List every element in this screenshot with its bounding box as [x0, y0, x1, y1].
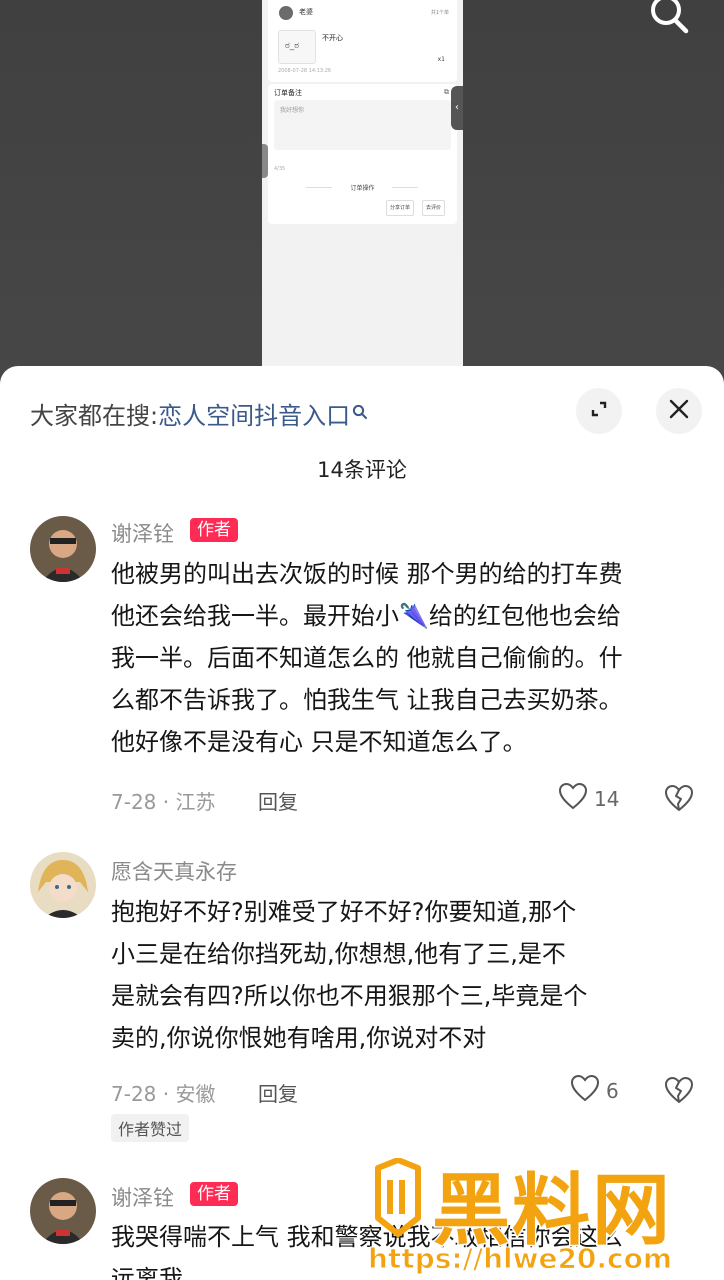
order-time: 2008-07-28 14:13:26 — [278, 68, 332, 74]
broken-heart-icon — [664, 1077, 694, 1108]
avatar[interactable] — [30, 516, 96, 582]
comment-text: 他被男的叫出去次饭的时候 那个男的给的打车费 他还会给我一半。最开始小🌂给的红包… — [111, 560, 623, 756]
close-button[interactable] — [656, 388, 702, 434]
author-badge: 作者 — [190, 518, 238, 542]
watermark-url: https://hlwe20.com — [367, 1242, 673, 1276]
comment-author[interactable]: 谢泽铨 — [111, 1182, 174, 1212]
share-order-button: 分享订单 — [386, 200, 415, 216]
close-icon — [668, 398, 690, 424]
chevron-left-icon[interactable]: ‹ — [451, 86, 463, 130]
hot-search-prefix: 大家都在搜: — [30, 402, 159, 430]
operations-title: 订单操作 — [350, 185, 375, 192]
comment-count: 14条评论 — [317, 458, 407, 482]
like-count: 6 — [606, 1078, 619, 1103]
copy-icon: ⧉ — [444, 88, 449, 96]
note-box: 我好想你 — [274, 100, 451, 150]
video-screenshot: 老婆 共1个单 ಠ_ಠ 不开心 x1 2008-07-28 14:13:26 订… — [262, 0, 463, 380]
hot-search-link[interactable]: 恋人空间抖音入口 — [158, 402, 350, 430]
comment-date-location: 7-28 · 江苏 — [111, 790, 216, 814]
heart-icon — [558, 782, 588, 815]
product-title: 不开心 — [322, 34, 343, 42]
note-length: 4/35 — [274, 166, 286, 172]
review-button: 去评价 — [422, 200, 446, 216]
comment-sheet: 大家都在搜:恋人空间抖音入口 14条评论 谢泽铨 作者 他被男的叫出去次饭的时候… — [0, 366, 724, 1280]
comment-text: 抱抱好不好?别难受了好不好?你要知道,那个 小三是在给你挡死劫,你想想,他有了三… — [111, 898, 588, 1052]
watermark-logo-icon — [368, 1157, 424, 1242]
shop-name: 老婆 — [299, 8, 313, 16]
like-count: 14 — [594, 786, 620, 811]
like-button[interactable]: 6 — [570, 1074, 619, 1107]
note-title: 订单备注 — [274, 89, 302, 97]
dislike-button[interactable] — [664, 1076, 694, 1108]
watermark: 黑料网 https://hlwe20.com — [362, 1154, 724, 1280]
product-quantity: x1 — [437, 56, 445, 63]
avatar[interactable] — [30, 852, 96, 918]
broken-heart-icon — [664, 785, 694, 816]
product-thumbnail: ಠ_ಠ — [278, 30, 316, 64]
reply-button[interactable]: 回复 — [258, 786, 298, 815]
side-handle — [262, 144, 268, 178]
expand-icon — [588, 398, 610, 424]
order-count: 共1个单 — [430, 10, 449, 16]
shop-avatar — [279, 6, 293, 20]
video-player[interactable]: 老婆 共1个单 ಠ_ಠ 不开心 x1 2008-07-28 14:13:26 订… — [0, 0, 724, 380]
comment-date-location: 7-28 · 安徽 — [111, 1082, 216, 1106]
avatar[interactable] — [30, 1178, 96, 1244]
comment-author[interactable]: 谢泽铨 — [111, 518, 174, 548]
expand-button[interactable] — [576, 388, 622, 434]
like-button[interactable]: 14 — [558, 782, 619, 815]
search-icon[interactable] — [648, 0, 696, 36]
hot-search[interactable]: 大家都在搜:恋人空间抖音入口 — [30, 396, 368, 431]
author-badge: 作者 — [190, 1182, 238, 1206]
divider — [392, 187, 418, 188]
order-card: 老婆 共1个单 ಠ_ಠ 不开心 x1 2008-07-28 14:13:26 — [268, 0, 457, 82]
dislike-button[interactable] — [664, 784, 694, 816]
author-liked-badge: 作者赞过 — [111, 1114, 190, 1142]
heart-icon — [570, 1074, 600, 1107]
order-note-card: 订单备注 ⧉ 我好想你 4/35 订单操作 分享订单 去评价 — [268, 84, 457, 224]
comment-author[interactable]: 愿含天真永存 — [111, 856, 237, 886]
search-icon — [352, 398, 368, 426]
reply-button[interactable]: 回复 — [258, 1078, 298, 1107]
